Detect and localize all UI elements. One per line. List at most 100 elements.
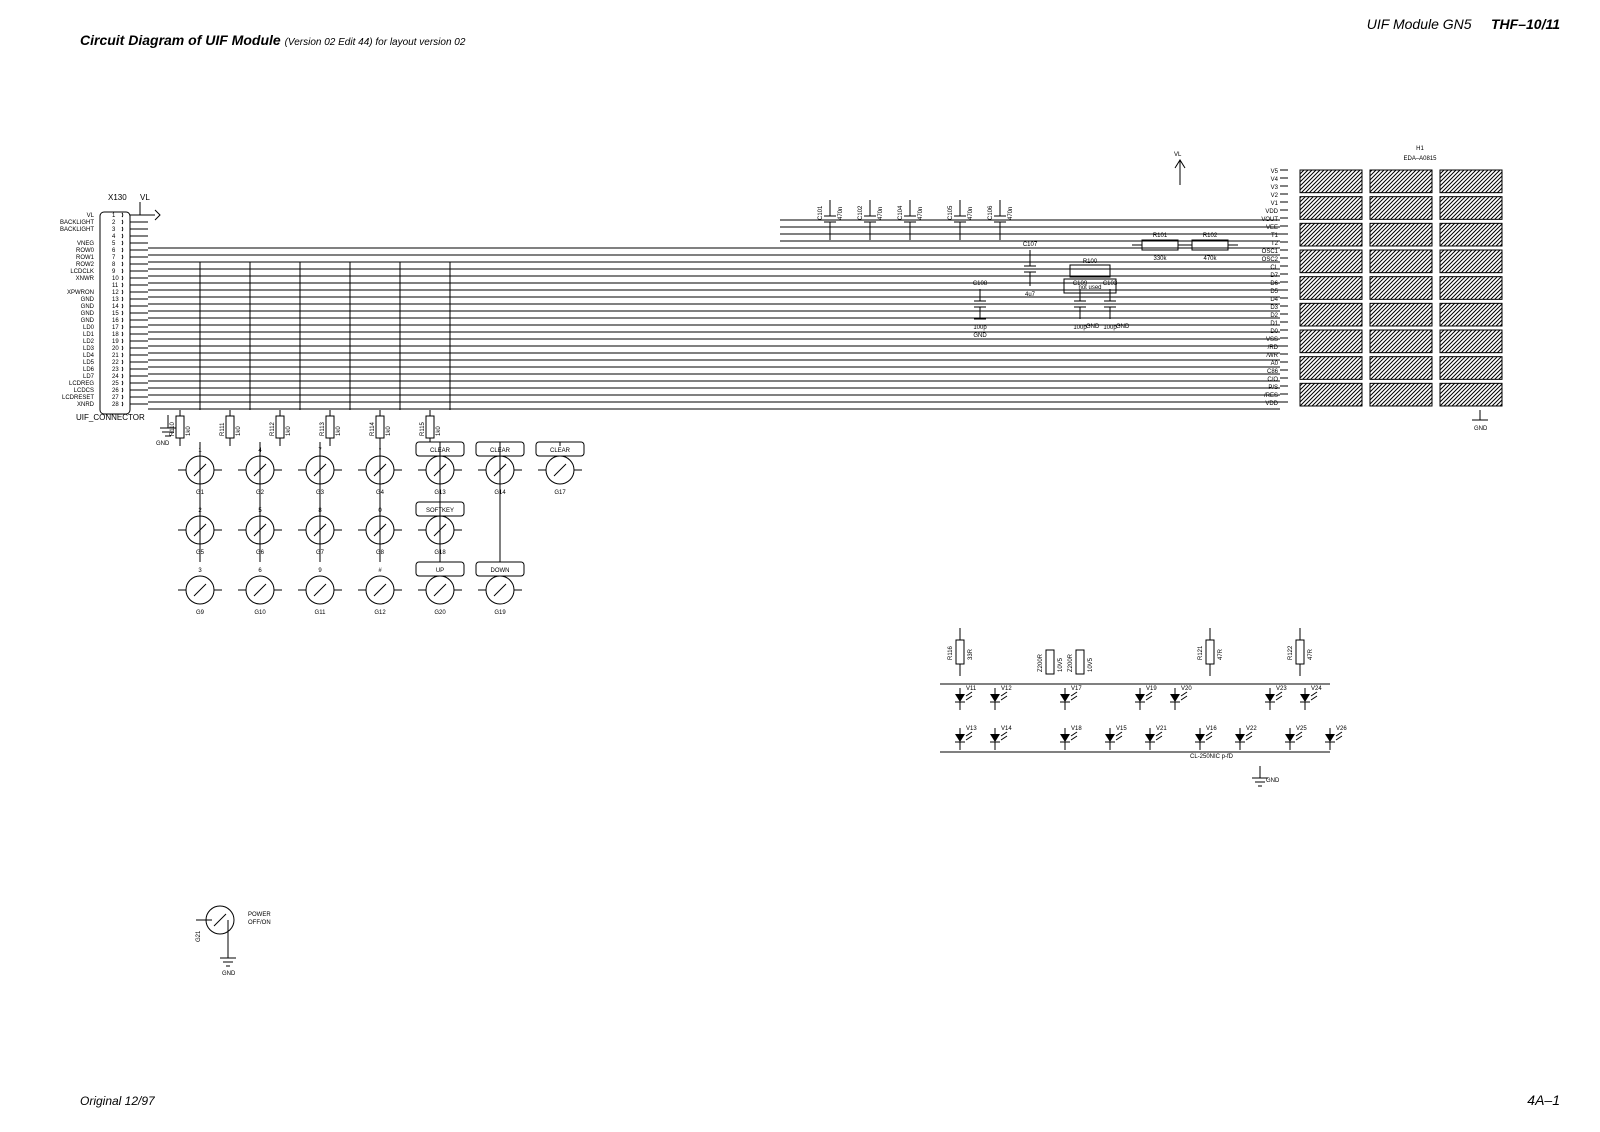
svg-text:4: 4	[112, 234, 116, 240]
svg-text:V2: V2	[1271, 193, 1279, 199]
svg-text:C105: C105	[948, 205, 954, 220]
svg-text:470n: 470n	[878, 207, 884, 220]
svg-text:LCDCLK: LCDCLK	[70, 269, 94, 275]
svg-text:24: 24	[112, 374, 119, 380]
svg-text:10V5: 10V5	[1058, 657, 1064, 672]
svg-text:VDD: VDD	[1265, 209, 1278, 215]
connector-ref: X130	[108, 193, 127, 202]
svg-text:C/O: C/O	[1267, 377, 1278, 383]
svg-text:GND: GND	[81, 318, 95, 324]
svg-text:R112: R112	[270, 421, 276, 436]
svg-text:9: 9	[112, 269, 116, 275]
svg-text:14: 14	[112, 304, 119, 310]
svg-text:#: #	[378, 568, 382, 574]
keypad-matrix: 1G14G27G3*G4CLEARG13CLEARG14CLEARG172G55…	[178, 442, 584, 616]
svg-text:R121: R121	[1198, 645, 1204, 660]
svg-text:GND: GND	[156, 441, 170, 447]
svg-text:23: 23	[112, 367, 119, 373]
svg-text:D4: D4	[1270, 297, 1278, 303]
svg-text:47R: 47R	[1218, 648, 1224, 660]
svg-text:33R: 33R	[968, 648, 974, 660]
svg-text:1k0: 1k0	[436, 426, 442, 436]
svg-text:V24: V24	[1311, 686, 1322, 692]
svg-text:G9: G9	[196, 610, 205, 616]
footer-right: 4A–1	[1527, 1092, 1560, 1108]
svg-text:16: 16	[112, 318, 119, 324]
svg-text:CL: CL	[1270, 265, 1278, 271]
svg-text:V12: V12	[1001, 686, 1012, 692]
svg-text:GND: GND	[81, 297, 95, 303]
svg-text:27: 27	[112, 395, 119, 401]
svg-text:ROW1: ROW1	[76, 255, 95, 261]
footer-left: Original 12/97	[80, 1094, 155, 1108]
svg-text:G11: G11	[315, 610, 327, 616]
svg-text:V19: V19	[1146, 686, 1157, 692]
svg-text:V1: V1	[1271, 201, 1279, 207]
schematic-canvas: X130 VL VL1BACKLIGHT2BACKLIGHT34VNEG5ROW…	[0, 70, 1600, 1050]
svg-text:2: 2	[112, 220, 116, 226]
svg-text:R110: R110	[170, 421, 176, 436]
svg-text:T1: T1	[1271, 233, 1279, 239]
svg-text:G17: G17	[554, 490, 566, 496]
svg-text:ROW2: ROW2	[76, 262, 95, 268]
header-module: UIF Module GN5	[1367, 16, 1472, 32]
svg-text:OSC2: OSC2	[1262, 257, 1279, 263]
header-right: UIF Module GN5 THF–10/11	[1367, 16, 1560, 32]
svg-text:R114: R114	[370, 421, 376, 436]
svg-text:GND: GND	[81, 304, 95, 310]
svg-text:C106: C106	[988, 205, 994, 220]
svg-text:V18: V18	[1071, 726, 1082, 732]
svg-text:CLEAR: CLEAR	[550, 448, 571, 454]
svg-text:470n: 470n	[968, 207, 974, 220]
svg-text:G20: G20	[434, 610, 446, 616]
svg-text:UP: UP	[436, 568, 444, 574]
svg-text:3: 3	[198, 568, 202, 574]
svg-text:V23: V23	[1276, 686, 1287, 692]
svg-text:BACKLIGHT: BACKLIGHT	[60, 220, 94, 226]
svg-text:V25: V25	[1296, 726, 1307, 732]
svg-text:V14: V14	[1001, 726, 1012, 732]
svg-text:LD6: LD6	[83, 367, 95, 373]
svg-text:P/S: P/S	[1268, 385, 1278, 391]
svg-text:LD5: LD5	[83, 360, 95, 366]
svg-text:BACKLIGHT: BACKLIGHT	[60, 227, 94, 233]
svg-text:9: 9	[318, 568, 322, 574]
svg-text:GND: GND	[973, 333, 987, 339]
svg-text:13: 13	[112, 297, 119, 303]
left-bus	[148, 248, 780, 410]
svg-text:OSC1: OSC1	[1262, 249, 1279, 255]
vl-rail: VL	[1174, 152, 1185, 185]
svg-text:V11: V11	[966, 686, 977, 692]
svg-text:LCDRESET: LCDRESET	[62, 395, 94, 401]
svg-text:V16: V16	[1206, 726, 1217, 732]
power-switch: G21 POWER OFF/ON GND	[196, 906, 271, 977]
svg-text:LD2: LD2	[83, 339, 95, 345]
svg-text:6: 6	[258, 568, 262, 574]
svg-text:V13: V13	[966, 726, 977, 732]
svg-text:20: 20	[112, 346, 119, 352]
svg-text:/RES: /RES	[1264, 393, 1278, 399]
svg-text:22: 22	[112, 360, 119, 366]
svg-text:1k0: 1k0	[286, 426, 292, 436]
svg-text:C107: C107	[1023, 242, 1038, 248]
svg-text:1k0: 1k0	[336, 426, 342, 436]
svg-text:OFF/ON: OFF/ON	[248, 920, 271, 926]
svg-text:R116: R116	[948, 645, 954, 660]
svg-text:100p: 100p	[973, 325, 987, 331]
svg-text:V22: V22	[1246, 726, 1257, 732]
svg-text:12: 12	[112, 290, 119, 296]
svg-text:LCDCS: LCDCS	[74, 388, 94, 394]
svg-text:Z200R: Z200R	[1038, 653, 1044, 672]
svg-text:1k0: 1k0	[186, 426, 192, 436]
svg-text:V3: V3	[1271, 185, 1279, 191]
svg-text:1k0: 1k0	[236, 426, 242, 436]
svg-text:470k: 470k	[1203, 256, 1217, 262]
svg-text:C101: C101	[818, 205, 824, 220]
svg-text:D0: D0	[1270, 329, 1278, 335]
svg-text:25: 25	[112, 381, 119, 387]
header-doc: THF–10/11	[1491, 16, 1560, 32]
svg-text:C109: C109	[1073, 281, 1088, 287]
pulldown-resistors: R1101k0R1111k0R1121k0R1131k0R1141k0R1151…	[170, 410, 442, 446]
svg-text:28: 28	[112, 402, 119, 408]
svg-text:15: 15	[112, 311, 119, 317]
